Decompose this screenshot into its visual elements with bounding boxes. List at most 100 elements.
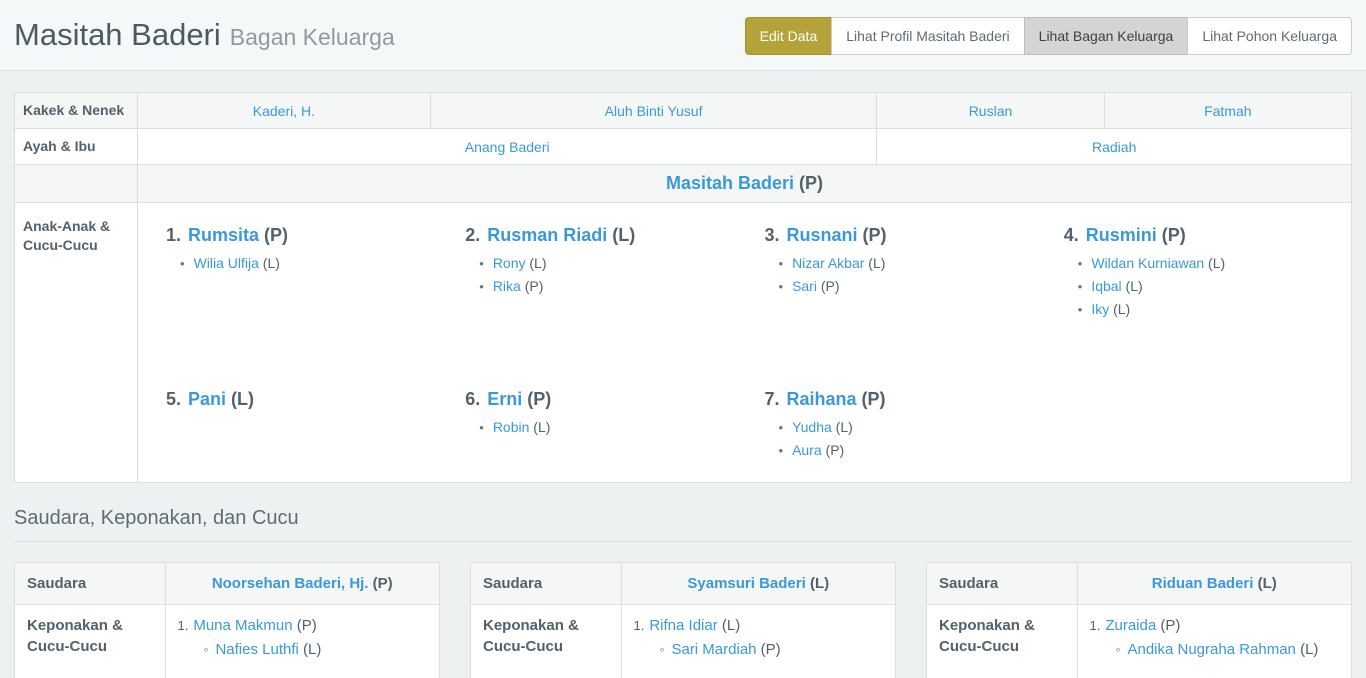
child-link-erni[interactable]: Erni bbox=[487, 389, 522, 409]
sibling-link-riduan-baderi[interactable]: Riduan Baderi bbox=[1152, 575, 1254, 592]
gender-tag: (L) bbox=[718, 617, 741, 634]
grandchild-link-rony[interactable]: Rony bbox=[493, 255, 526, 271]
grandchildren-list: •Yudha (L)•Aura (P) bbox=[765, 420, 1036, 458]
gender-tag: (L) bbox=[299, 641, 322, 658]
nephew-child-link-sari-mardiah[interactable]: Sari Mardiah bbox=[671, 641, 756, 658]
button-lihat-profil-masitah-baderi[interactable]: Lihat Profil Masitah Baderi bbox=[831, 17, 1024, 55]
sibling-header-row: SaudaraRiduan Baderi (L) bbox=[927, 563, 1351, 605]
child-heading: 4.Rusmini (P) bbox=[1064, 225, 1335, 246]
child-heading: 3.Rusnani (P) bbox=[765, 225, 1036, 246]
child-link-rusman-riadi[interactable]: Rusman Riadi bbox=[487, 225, 607, 245]
grandchild-link-sari[interactable]: Sari bbox=[792, 278, 817, 294]
gender-tag: (P) bbox=[369, 575, 393, 592]
grandchild-link-robin[interactable]: Robin bbox=[493, 419, 530, 435]
gender-tag: (L) bbox=[529, 419, 550, 435]
sibling-name-cell: Syamsuri Baderi (L) bbox=[621, 563, 895, 605]
grandparent-link-kaderi-h[interactable]: Kaderi, H. bbox=[253, 103, 315, 119]
grandchild-item: •Iky (L) bbox=[1078, 302, 1335, 317]
parent-link-anang-baderi[interactable]: Anang Baderi bbox=[465, 139, 550, 155]
nephew-child-link-nafies-luthfi[interactable]: Nafies Luthfi bbox=[215, 641, 298, 658]
bullet-icon: • bbox=[1078, 279, 1083, 294]
grandparent-link-aluh-binti-yusuf[interactable]: Aluh Binti Yusuf bbox=[605, 103, 703, 119]
person-cell: Masitah Baderi (P) bbox=[138, 165, 1352, 203]
children-label: Anak-Anak & Cucu-Cucu bbox=[15, 203, 138, 483]
button-edit-data[interactable]: Edit Data bbox=[745, 17, 833, 55]
nephew-link-rifna-idiar[interactable]: Rifna Idiar bbox=[649, 617, 717, 634]
nephew-link-zuraida[interactable]: Zuraida bbox=[1105, 617, 1156, 634]
sibling-header-row: SaudaraNoorsehan Baderi, Hj. (P) bbox=[15, 563, 439, 605]
parent-link-radiah[interactable]: Radiah bbox=[1092, 139, 1136, 155]
nephew-child-link-andika-nugraha-rahman[interactable]: Andika Nugraha Rahman bbox=[1127, 641, 1295, 658]
nephew-item: 1.Zuraida (P)◦Andika Nugraha Rahman (L) bbox=[1090, 615, 1340, 661]
grandchild-link-iky[interactable]: Iky bbox=[1091, 301, 1109, 317]
sibling-card-syamsuri-baderi: SaudaraSyamsuri Baderi (L)Keponakan & Cu… bbox=[470, 562, 896, 678]
child-number: 4. bbox=[1064, 225, 1079, 245]
grandparents-row: Kakek & Nenek Kaderi, H. Aluh Binti Yusuf… bbox=[15, 93, 1352, 129]
gender-tag: (L) bbox=[806, 575, 829, 592]
page: Masitah BaderiBagan Keluarga Edit DataLi… bbox=[0, 0, 1366, 678]
child-heading: 5.Pani (L) bbox=[166, 389, 437, 410]
child-number: 3. bbox=[765, 225, 780, 245]
sibling-link-noorsehan-baderi-hj[interactable]: Noorsehan Baderi, Hj. bbox=[212, 575, 369, 592]
sibling-name-cell: Riduan Baderi (L) bbox=[1077, 563, 1351, 605]
main-content: Kakek & Nenek Kaderi, H. Aluh Binti Yusuf… bbox=[0, 71, 1366, 678]
grandchild-link-rika[interactable]: Rika bbox=[493, 278, 521, 294]
button-lihat-pohon-keluarga[interactable]: Lihat Pohon Keluarga bbox=[1187, 17, 1352, 55]
grandchildren-list: •Rony (L)•Rika (P) bbox=[465, 256, 736, 294]
nephew-number: 1. bbox=[1090, 618, 1101, 633]
nephew-item: 1.Rifna Idiar (L)◦Sari Mardiah (P) bbox=[634, 615, 884, 661]
child-number: 1. bbox=[166, 225, 181, 245]
grandparent-cell-ruslan: Ruslan bbox=[877, 93, 1104, 129]
child-link-rusnani[interactable]: Rusnani bbox=[787, 225, 858, 245]
child-heading: 1.Rumsita (P) bbox=[166, 225, 437, 246]
nephews-cell: 1.Rifna Idiar (L)◦Sari Mardiah (P) bbox=[621, 605, 895, 678]
grandchildren-list: •Wilia Ulfija (L) bbox=[166, 256, 437, 271]
button-lihat-bagan-keluarga[interactable]: Lihat Bagan Keluarga bbox=[1024, 17, 1189, 55]
nephew-child-item: ◦Nafies Luthfi (L) bbox=[204, 638, 428, 661]
grandchild-link-aura[interactable]: Aura bbox=[792, 442, 822, 458]
page-title: Masitah Baderi bbox=[14, 17, 221, 52]
gender-tag: (P) bbox=[822, 442, 845, 458]
child-number: 6. bbox=[465, 389, 480, 409]
grandchild-link-iqbal[interactable]: Iqbal bbox=[1091, 278, 1121, 294]
circle-bullet-icon: ◦ bbox=[1116, 641, 1121, 657]
nephew-number: 1. bbox=[178, 618, 189, 633]
grandchild-item: •Nizar Akbar (L) bbox=[779, 256, 1036, 271]
child-link-raihana[interactable]: Raihana bbox=[787, 389, 857, 409]
child-block-rusman-riadi: 2.Rusman Riadi (L)•Rony (L)•Rika (P) bbox=[445, 211, 744, 375]
bullet-icon: • bbox=[1078, 256, 1083, 271]
person-gender-tag: (P) bbox=[799, 173, 823, 193]
page-subtitle: Bagan Keluarga bbox=[230, 24, 395, 50]
person-link[interactable]: Masitah Baderi bbox=[666, 173, 794, 193]
bullet-icon: • bbox=[779, 420, 784, 435]
sibling-header-row: SaudaraSyamsuri Baderi (L) bbox=[471, 563, 895, 605]
child-link-pani[interactable]: Pani bbox=[188, 389, 226, 409]
child-block-rumsita: 1.Rumsita (P)•Wilia Ulfija (L) bbox=[146, 211, 445, 375]
grandchild-item: •Aura (P) bbox=[779, 443, 1036, 458]
grandchild-link-wilia-ulfija[interactable]: Wilia Ulfija bbox=[194, 255, 259, 271]
nephews-row: Keponakan & Cucu-Cucu1.Zuraida (P)◦Andik… bbox=[927, 605, 1351, 678]
grandchild-item: •Rika (P) bbox=[479, 279, 736, 294]
child-heading: 7.Raihana (P) bbox=[765, 389, 1036, 410]
child-link-rusmini[interactable]: Rusmini bbox=[1086, 225, 1157, 245]
grandparent-cell-aluh-binti-yusuf: Aluh Binti Yusuf bbox=[430, 93, 877, 129]
parent-cell-anang-baderi: Anang Baderi bbox=[138, 129, 877, 165]
gender-tag: (L) bbox=[226, 389, 254, 409]
gender-tag: (L) bbox=[1204, 255, 1225, 271]
gender-tag: (L) bbox=[607, 225, 635, 245]
grandparents-label: Kakek & Nenek bbox=[15, 93, 138, 129]
sibling-link-syamsuri-baderi[interactable]: Syamsuri Baderi bbox=[687, 575, 805, 592]
child-link-rumsita[interactable]: Rumsita bbox=[188, 225, 259, 245]
nephew-link-muna-makmun[interactable]: Muna Makmun bbox=[193, 617, 292, 634]
grandchild-link-nizar-akbar[interactable]: Nizar Akbar bbox=[792, 255, 864, 271]
grandparent-link-ruslan[interactable]: Ruslan bbox=[969, 103, 1013, 119]
children-row: Anak-Anak & Cucu-Cucu 1.Rumsita (P)•Wili… bbox=[15, 203, 1352, 483]
page-header: Masitah BaderiBagan Keluarga Edit DataLi… bbox=[0, 0, 1366, 71]
grandchild-link-yudha[interactable]: Yudha bbox=[792, 419, 832, 435]
grandparent-link-fatmah[interactable]: Fatmah bbox=[1204, 103, 1251, 119]
grandchild-item: •Robin (L) bbox=[479, 420, 736, 435]
children-grid: 1.Rumsita (P)•Wilia Ulfija (L)2.Rusman R… bbox=[146, 211, 1343, 474]
bullet-icon: • bbox=[779, 256, 784, 271]
bullet-icon: • bbox=[479, 256, 484, 271]
grandchild-link-wildan-kurniawan[interactable]: Wildan Kurniawan bbox=[1091, 255, 1204, 271]
